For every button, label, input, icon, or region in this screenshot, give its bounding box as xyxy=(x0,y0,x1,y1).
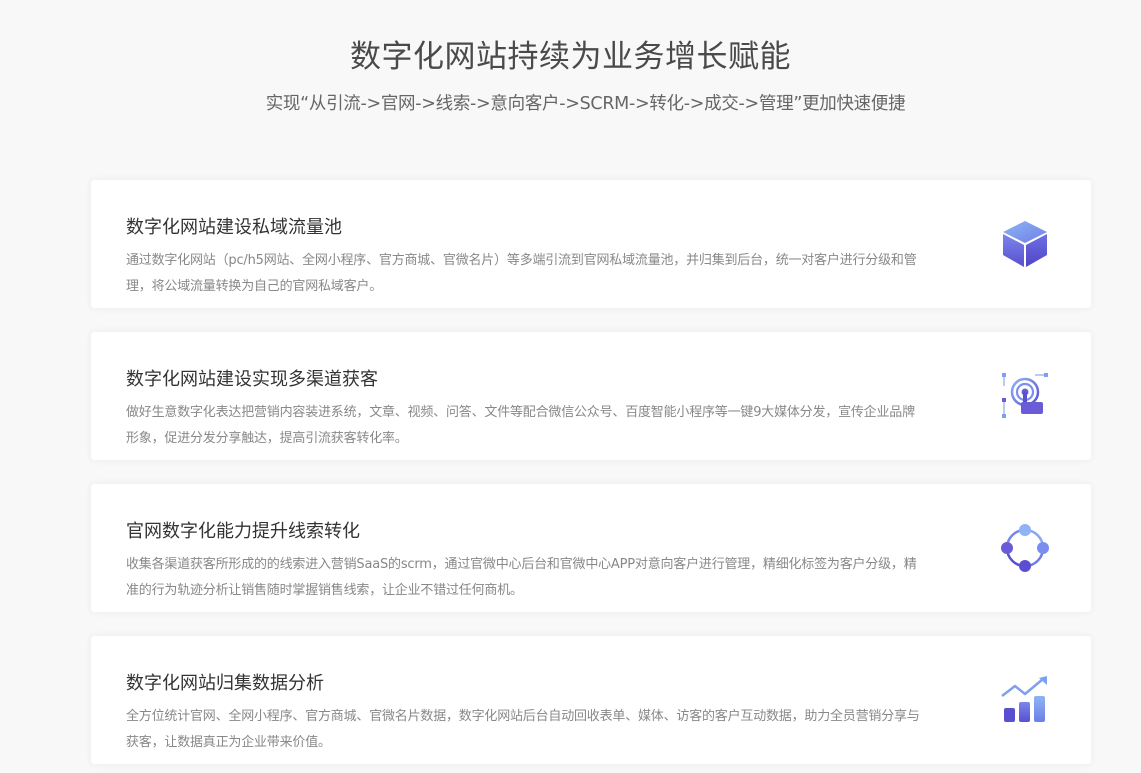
feature-card-private-traffic: 数字化网站建设私域流量池 通过数字化网站（pc/h5网站、全网小程序、官方商城、… xyxy=(91,180,1091,308)
cycle-nodes-icon xyxy=(999,522,1051,574)
feature-title: 数字化网站建设私域流量池 xyxy=(126,217,342,238)
feature-description: 全方位统计官网、全网小程序、官方商城、官微名片数据，数字化网站后台自动回收表单、… xyxy=(126,709,920,750)
feature-description: 通过数字化网站（pc/h5网站、全网小程序、官方商城、官微名片）等多端引流到官网… xyxy=(126,253,917,294)
feature-card-multichannel: 数字化网站建设实现多渠道获客 做好生意数字化表达把营销内容装进系统，文章、视频、… xyxy=(91,332,1091,460)
touch-network-icon xyxy=(999,370,1051,422)
feature-title: 官网数字化能力提升线索转化 xyxy=(126,521,360,542)
bar-chart-growth-icon xyxy=(999,674,1051,726)
cube-icon xyxy=(999,218,1051,270)
feature-title: 数字化网站归集数据分析 xyxy=(126,673,324,694)
feature-title: 数字化网站建设实现多渠道获客 xyxy=(126,369,378,390)
feature-card-data-analysis: 数字化网站归集数据分析 全方位统计官网、全网小程序、官方商城、官微名片数据，数字… xyxy=(91,636,1091,764)
feature-description: 做好生意数字化表达把营销内容装进系统，文章、视频、问答、文件等配合微信公众号、百… xyxy=(126,405,915,446)
page-title: 数字化网站持续为业务增长赋能 xyxy=(350,39,791,75)
page-subtitle: 实现“从引流->官网->线索->意向客户->SCRM->转化->成交->管理”更… xyxy=(265,94,906,114)
feature-description: 收集各渠道获客所形成的的线索进入营销SaaS的scrm，通过官微中心后台和官微中… xyxy=(126,557,917,598)
feature-card-lead-conversion: 官网数字化能力提升线索转化 收集各渠道获客所形成的的线索进入营销SaaS的scr… xyxy=(91,484,1091,612)
